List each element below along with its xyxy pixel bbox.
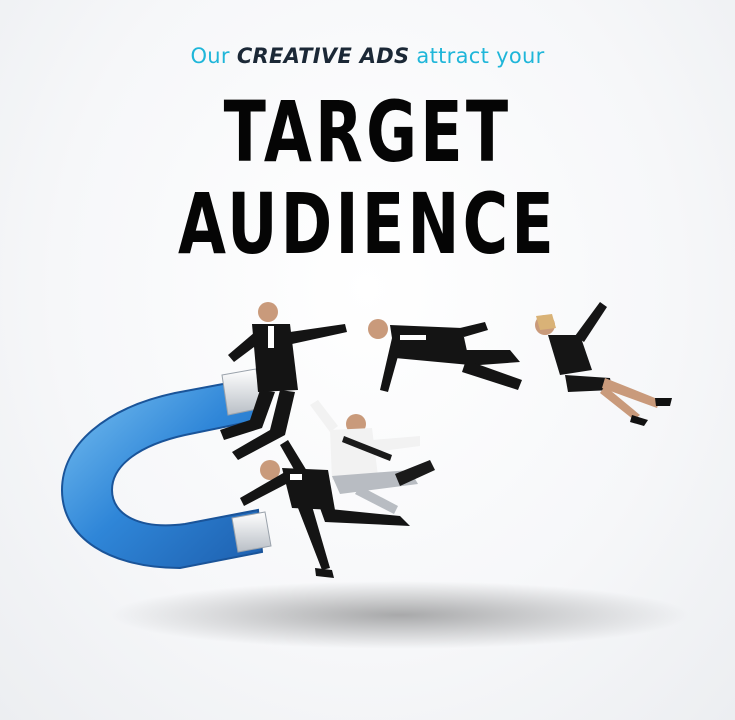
tagline-part3: attract your — [409, 44, 545, 68]
businessperson-figure — [535, 302, 672, 426]
ground-shadow — [110, 581, 690, 649]
tagline: Our CREATIVE ADS attract your — [0, 44, 735, 68]
tagline-part1: Our — [190, 44, 237, 68]
magnet-illustration — [60, 302, 690, 649]
headline-line1: TARGET — [223, 83, 512, 181]
tagline-part2: CREATIVE ADS — [236, 44, 410, 68]
headline-line2: AUDIENCE — [178, 175, 557, 273]
businessperson-figure — [368, 319, 522, 392]
magnet-icon — [60, 368, 272, 570]
